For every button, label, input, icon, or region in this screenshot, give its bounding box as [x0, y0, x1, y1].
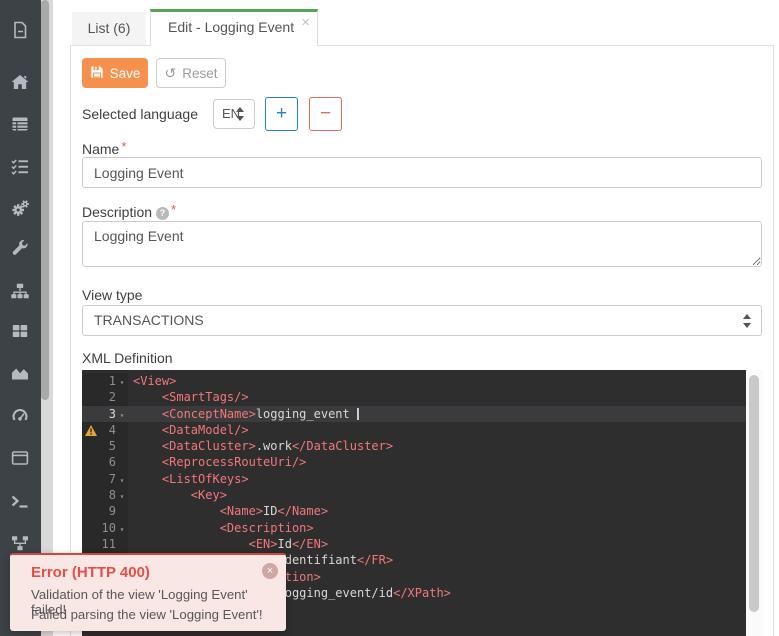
code-line[interactable]: 3▾ <ConceptName>logging_event — [82, 406, 746, 422]
window-icon[interactable] — [10, 448, 31, 469]
file-icon[interactable] — [10, 20, 31, 41]
save-icon — [90, 65, 104, 82]
error-toast-title: Error (HTTP 400) — [31, 564, 150, 581]
gutter-cell[interactable]: 5 — [82, 438, 128, 454]
home-icon[interactable] — [10, 72, 31, 93]
save-button-label: Save — [110, 66, 141, 81]
select-stepper-icon — [236, 107, 244, 121]
code-text: <ReprocessRouteUri/> — [128, 454, 306, 470]
code-line[interactable]: 9 <Name>ID</Name> — [82, 503, 746, 519]
code-line[interactable]: 1▾<View> — [82, 373, 746, 389]
tasks-icon[interactable] — [10, 156, 31, 177]
code-text: <ListOfKeys> — [128, 471, 249, 487]
gutter-cell[interactable]: 11 — [82, 536, 128, 552]
terminal-icon[interactable] — [10, 491, 31, 512]
language-select[interactable]: EN — [213, 99, 255, 129]
gears-icon[interactable] — [10, 198, 31, 219]
gauge-icon[interactable] — [10, 406, 31, 427]
app-window: List (6) Edit - Logging Event × Save ↺ R… — [0, 0, 779, 636]
name-label: Name* — [82, 139, 126, 157]
code-line[interactable]: 6 <ReprocessRouteUri/> — [82, 454, 746, 470]
text-cursor — [357, 408, 359, 420]
editor-scrollbar-thumb[interactable] — [749, 375, 759, 612]
help-icon[interactable]: ? — [156, 207, 169, 220]
line-number: 9 — [82, 503, 116, 519]
required-asterisk: * — [171, 202, 176, 217]
gutter-cell[interactable]: 4 — [82, 422, 128, 438]
gutter-cell[interactable]: 9 — [82, 503, 128, 519]
description-label: Description?* — [82, 202, 176, 220]
select-stepper-icon — [743, 314, 751, 328]
page-scrollbar-thumb[interactable] — [41, 0, 49, 400]
chart-area-icon[interactable] — [10, 363, 31, 384]
code-text: <EN>Id</EN> — [128, 536, 328, 552]
code-line[interactable]: 11 <EN>Id</EN> — [82, 536, 746, 552]
gutter-cell[interactable]: 10▾ — [82, 520, 128, 536]
line-number: 3 — [82, 406, 116, 422]
tab-close-icon[interactable]: × — [301, 15, 310, 30]
add-language-button[interactable]: + — [265, 97, 298, 131]
xml-definition-label: XML Definition — [82, 350, 173, 366]
grid-icon[interactable] — [10, 321, 31, 342]
reset-button[interactable]: ↺ Reset — [156, 58, 226, 88]
gutter-cell[interactable]: 3▾ — [82, 406, 128, 422]
required-asterisk: * — [121, 139, 126, 154]
code-line[interactable]: 5 <DataCluster>.work</DataCluster> — [82, 438, 746, 454]
code-text: <View> — [128, 373, 176, 389]
code-text: <Key> — [128, 487, 227, 503]
code-text: <Description> — [128, 520, 314, 536]
gutter-cell[interactable]: 2 — [82, 389, 128, 405]
remove-language-button[interactable]: − — [309, 97, 342, 131]
editor-scrollbar[interactable] — [746, 370, 763, 636]
description-textarea[interactable]: Logging Event — [82, 221, 762, 267]
code-text: <ConceptName>logging_event — [128, 406, 359, 422]
nodes-icon[interactable] — [10, 533, 31, 554]
code-line[interactable]: 4 <DataModel/> — [82, 422, 746, 438]
sidebar — [0, 0, 41, 636]
code-text: <Name>ID</Name> — [128, 503, 328, 519]
code-line[interactable]: 7▾ <ListOfKeys> — [82, 471, 746, 487]
description-label-text: Description — [82, 204, 152, 220]
code-text: <SmartTags/> — [128, 389, 249, 405]
line-number: 10 — [82, 520, 116, 536]
code-text: <DataModel/> — [128, 422, 249, 438]
line-number: 5 — [82, 438, 116, 454]
error-toast: Error (HTTP 400) Validation of the view … — [10, 553, 286, 631]
view-type-label: View type — [82, 287, 142, 303]
gutter-cell[interactable]: 8▾ — [82, 487, 128, 503]
name-input[interactable] — [82, 157, 762, 188]
tab-edit-logging-event[interactable]: Edit - Logging Event × — [150, 9, 318, 46]
tab-list[interactable]: List (6) — [72, 12, 146, 45]
line-number: 7 — [82, 471, 116, 487]
gutter-cell[interactable]: 6 — [82, 454, 128, 470]
code-line[interactable]: 2 <SmartTags/> — [82, 389, 746, 405]
reset-button-label: Reset — [182, 66, 217, 81]
tab-edit-label: Edit - Logging Event — [168, 19, 294, 35]
line-number: 1 — [82, 373, 116, 389]
save-button[interactable]: Save — [82, 58, 148, 88]
reset-icon: ↺ — [164, 66, 176, 80]
code-line[interactable]: 8▾ <Key> — [82, 487, 746, 503]
toast-close-icon[interactable]: × — [262, 563, 278, 579]
gutter-cell[interactable]: 1▾ — [82, 373, 128, 389]
line-number: 8 — [82, 487, 116, 503]
code-line[interactable]: 10▾ <Description> — [82, 520, 746, 536]
error-toast-message-2: Failed parsing the view 'Logging Event'! — [31, 607, 263, 622]
sitemap-icon[interactable] — [10, 281, 31, 302]
selected-language-label: Selected language — [82, 106, 198, 122]
table-list-icon[interactable] — [10, 114, 31, 135]
page-scrollbar[interactable] — [41, 0, 53, 636]
view-type-select[interactable]: TRANSACTIONS — [82, 305, 762, 336]
line-number: 2 — [82, 389, 116, 405]
gutter-cell[interactable]: 7▾ — [82, 471, 128, 487]
code-text: <DataCluster>.work</DataCluster> — [128, 438, 393, 454]
wrench-icon[interactable] — [10, 239, 31, 260]
line-number: 6 — [82, 454, 116, 470]
name-label-text: Name — [82, 141, 119, 157]
view-type-value: TRANSACTIONS — [94, 312, 204, 328]
line-number: 11 — [82, 536, 116, 552]
